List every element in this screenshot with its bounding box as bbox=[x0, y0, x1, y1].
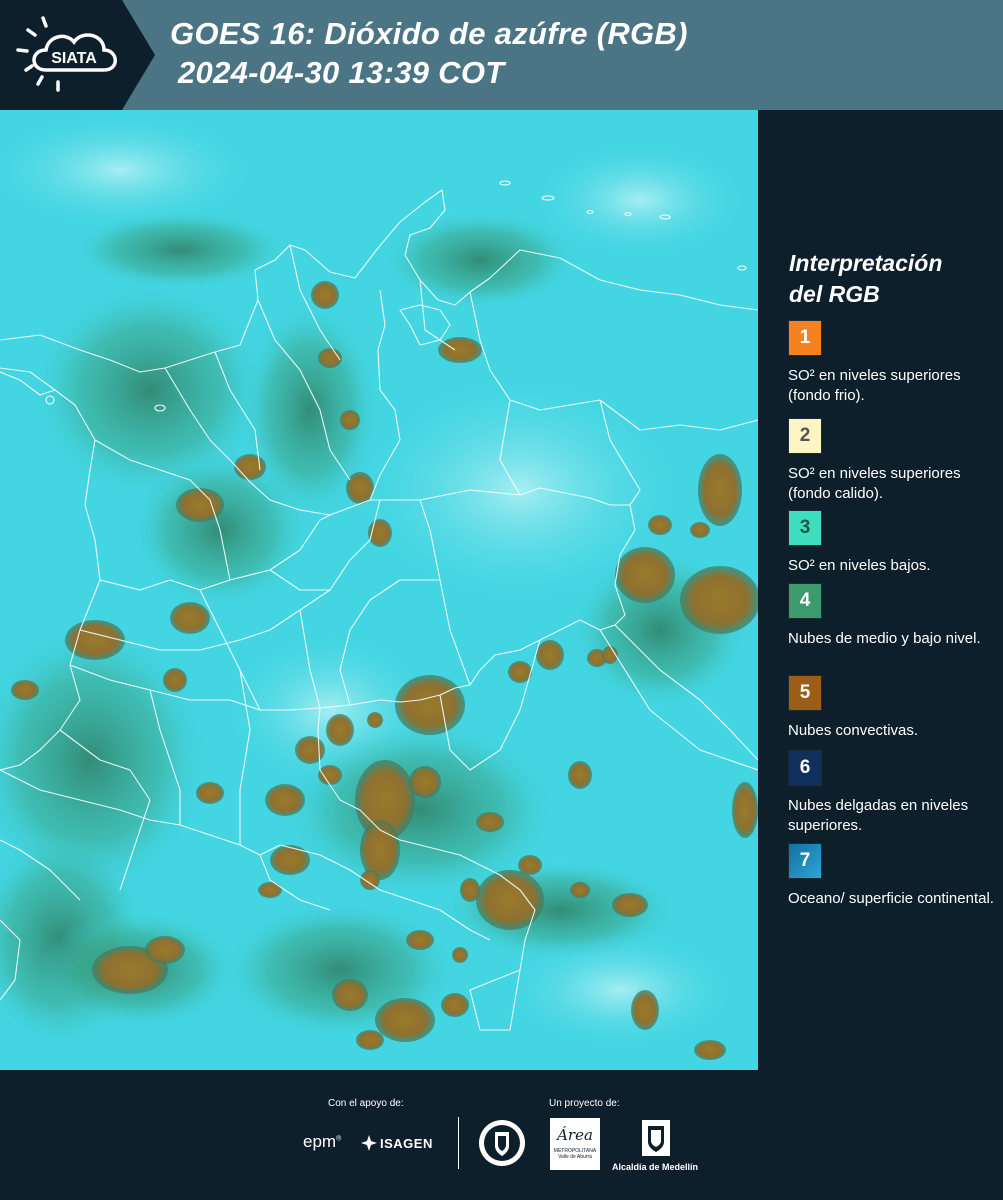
legend-label-7: Oceano/ superficie continental. bbox=[788, 890, 994, 907]
epm-logo: epm® bbox=[303, 1132, 342, 1151]
legend-label-4: Nubes de medio y bajo nivel. bbox=[788, 630, 981, 647]
footer-divider bbox=[458, 1117, 459, 1169]
siata-logo-text: SIATA bbox=[51, 50, 97, 67]
legend-swatch-2: 2 bbox=[788, 418, 822, 454]
satellite-map bbox=[0, 110, 758, 1070]
legend-swatch-7: 7 bbox=[788, 843, 822, 879]
legend-item-6: 6 Nubes delgadas en niveles superiores. bbox=[788, 750, 998, 836]
epm-logo-text: epm bbox=[303, 1132, 337, 1151]
legend-item-7: 7 Oceano/ superficie continental. bbox=[788, 843, 998, 909]
legend-swatch-6: 6 bbox=[788, 750, 822, 786]
legend-item-4: 4 Nubes de medio y bajo nivel. bbox=[788, 583, 998, 649]
legend-label-6: Nubes delgadas en niveles superiores. bbox=[788, 797, 969, 834]
legend-title-line1: Interpretación bbox=[789, 250, 943, 276]
legend-title-line2: del RGB bbox=[789, 281, 880, 307]
legend-panel: Interpretación del RGB 1 SO² en niveles … bbox=[758, 110, 1003, 1070]
legend-swatch-5: 5 bbox=[788, 675, 822, 711]
page-timestamp: 2024-04-30 13:39 COT bbox=[178, 55, 505, 90]
header-bar: SIATA GOES 16: Dióxido de azúfre (RGB) 2… bbox=[0, 0, 1003, 110]
alcaldia-label: Alcaldía de Medellín bbox=[612, 1162, 699, 1172]
area-logo-sub2: Valle de Aburrá bbox=[558, 1154, 592, 1160]
legend-swatch-4: 4 bbox=[788, 583, 822, 619]
legend-label-5: Nubes convectivas. bbox=[788, 722, 919, 739]
legend-label-3: SO² en niveles bajos. bbox=[788, 557, 931, 574]
support-label: Con el apoyo de: bbox=[328, 1098, 404, 1109]
isagen-logo: ISAGEN bbox=[360, 1134, 433, 1152]
isagen-mark-icon bbox=[361, 1135, 377, 1151]
legend-label-2: SO² en niveles superiores (fondo calido)… bbox=[788, 465, 961, 502]
medellin-seal-logo bbox=[477, 1118, 527, 1173]
area-metropolitana-logo: Área METROPOLITANA Valle de Aburrá bbox=[550, 1118, 600, 1170]
area-logo-name: Área bbox=[557, 1126, 593, 1144]
project-label: Un proyecto de: bbox=[549, 1098, 620, 1109]
legend-swatch-1: 1 bbox=[788, 320, 822, 356]
legend-item-2: 2 SO² en niveles superiores (fondo calid… bbox=[788, 418, 998, 504]
footer: Con el apoyo de: Un proyecto de: epm® IS… bbox=[0, 1070, 1003, 1200]
legend-item-1: 1 SO² en niveles superiores (fondo frio)… bbox=[788, 320, 998, 406]
legend-label-1: SO² en niveles superiores (fondo frio). bbox=[788, 367, 961, 404]
legend-title: Interpretación del RGB bbox=[789, 248, 989, 310]
alcaldia-shield-logo bbox=[640, 1118, 672, 1163]
page-title: GOES 16: Dióxido de azúfre (RGB) bbox=[170, 16, 688, 51]
legend-item-3: 3 SO² en niveles bajos. bbox=[788, 510, 998, 576]
legend-swatch-3: 3 bbox=[788, 510, 822, 546]
isagen-logo-text: ISAGEN bbox=[380, 1135, 433, 1151]
legend-item-5: 5 Nubes convectivas. bbox=[788, 675, 998, 741]
siata-logo: SIATA bbox=[0, 0, 155, 110]
